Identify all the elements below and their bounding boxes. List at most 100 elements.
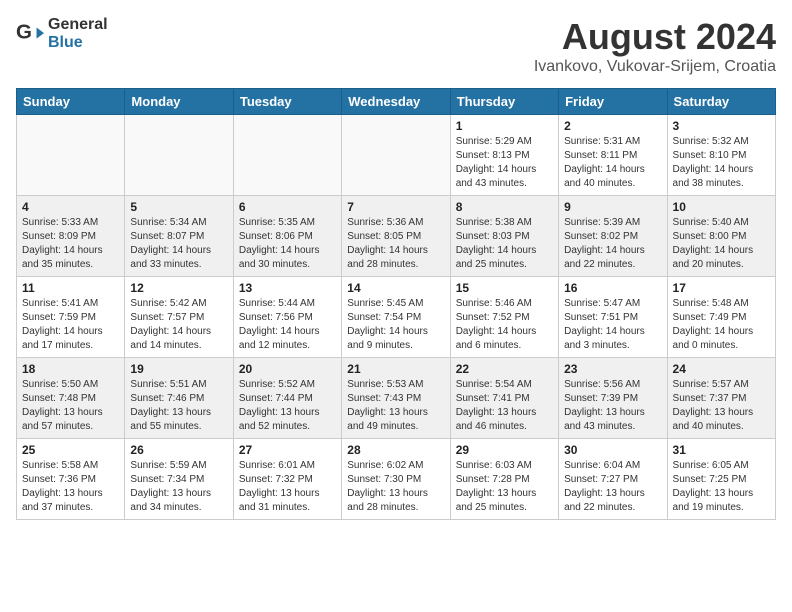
day-number: 26	[130, 443, 227, 457]
calendar-week-3: 11Sunrise: 5:41 AMSunset: 7:59 PMDayligh…	[17, 277, 776, 358]
calendar-week-4: 18Sunrise: 5:50 AMSunset: 7:48 PMDayligh…	[17, 358, 776, 439]
calendar-cell: 19 Sunrise: 5:51 AMSunset: 7:46 PMDayligh…	[125, 358, 233, 439]
day-info: Sunrise: 5:35 AMSunset: 8:06 PMDaylight:…	[239, 216, 336, 272]
day-info: Sunrise: 5:40 AMSunset: 8:00 PMDaylight:…	[673, 216, 770, 272]
day-number: 15	[456, 281, 553, 295]
calendar-cell: 27 Sunrise: 6:01 AMSunset: 7:32 PMDayligh…	[233, 439, 341, 520]
calendar-week-1: 1 Sunrise: 5:29 AMSunset: 8:13 PMDaylight…	[17, 115, 776, 196]
day-info: Sunrise: 5:36 AMSunset: 8:05 PMDaylight:…	[347, 216, 444, 272]
calendar-cell: 28 Sunrise: 6:02 AMSunset: 7:30 PMDayligh…	[342, 439, 450, 520]
day-info: Sunrise: 5:52 AMSunset: 7:44 PMDaylight:…	[239, 378, 336, 434]
day-number: 22	[456, 362, 553, 376]
day-number: 3	[673, 119, 770, 133]
day-number: 1	[456, 119, 553, 133]
day-number: 21	[347, 362, 444, 376]
day-number: 20	[239, 362, 336, 376]
day-number: 8	[456, 200, 553, 214]
header-friday: Friday	[559, 89, 667, 115]
title-block: August 2024 Ivankovo, Vukovar-Srijem, Cr…	[534, 16, 776, 76]
day-info: Sunrise: 5:44 AMSunset: 7:56 PMDaylight:…	[239, 297, 336, 353]
day-number: 12	[130, 281, 227, 295]
calendar-cell: 7 Sunrise: 5:36 AMSunset: 8:05 PMDaylight…	[342, 196, 450, 277]
calendar-cell: 29Sunrise: 6:03 AMSunset: 7:28 PMDayligh…	[450, 439, 558, 520]
calendar-cell: 10 Sunrise: 5:40 AMSunset: 8:00 PMDayligh…	[667, 196, 775, 277]
day-number: 9	[564, 200, 661, 214]
calendar-cell: 17 Sunrise: 5:48 AMSunset: 7:49 PMDayligh…	[667, 277, 775, 358]
calendar-cell: 11Sunrise: 5:41 AMSunset: 7:59 PMDayligh…	[17, 277, 125, 358]
day-info: Sunrise: 5:58 AMSunset: 7:36 PMDaylight:…	[22, 459, 119, 515]
day-info: Sunrise: 5:38 AMSunset: 8:03 PMDaylight:…	[456, 216, 553, 272]
day-info: Sunrise: 6:05 AMSunset: 7:25 PMDaylight:…	[673, 459, 770, 515]
calendar-cell: 22 Sunrise: 5:54 AMSunset: 7:41 PMDayligh…	[450, 358, 558, 439]
day-number: 11	[22, 281, 119, 295]
day-info: Sunrise: 6:02 AMSunset: 7:30 PMDaylight:…	[347, 459, 444, 515]
day-info: Sunrise: 5:45 AMSunset: 7:54 PMDaylight:…	[347, 297, 444, 353]
calendar-table: Sunday Monday Tuesday Wednesday Thursday…	[16, 88, 776, 520]
calendar-cell	[125, 115, 233, 196]
day-number: 14	[347, 281, 444, 295]
calendar-cell: 8 Sunrise: 5:38 AMSunset: 8:03 PMDaylight…	[450, 196, 558, 277]
logo-blue: Blue	[48, 34, 83, 51]
calendar-cell: 31 Sunrise: 6:05 AMSunset: 7:25 PMDayligh…	[667, 439, 775, 520]
calendar-cell	[17, 115, 125, 196]
header-sunday: Sunday	[17, 89, 125, 115]
calendar-cell: 26 Sunrise: 5:59 AMSunset: 7:34 PMDayligh…	[125, 439, 233, 520]
logo-general: General	[48, 16, 108, 33]
day-info: Sunrise: 5:47 AMSunset: 7:51 PMDaylight:…	[564, 297, 661, 353]
calendar-cell: 12 Sunrise: 5:42 AMSunset: 7:57 PMDayligh…	[125, 277, 233, 358]
calendar-header-row: Sunday Monday Tuesday Wednesday Thursday…	[17, 89, 776, 115]
day-number: 17	[673, 281, 770, 295]
day-number: 24	[673, 362, 770, 376]
calendar-cell: 9 Sunrise: 5:39 AMSunset: 8:02 PMDaylight…	[559, 196, 667, 277]
day-info: Sunrise: 5:59 AMSunset: 7:34 PMDaylight:…	[130, 459, 227, 515]
page-header: G General Blue August 2024 Ivankovo, Vuk…	[16, 16, 776, 76]
calendar-cell: 6Sunrise: 5:35 AMSunset: 8:06 PMDaylight…	[233, 196, 341, 277]
day-number: 28	[347, 443, 444, 457]
day-info: Sunrise: 5:48 AMSunset: 7:49 PMDaylight:…	[673, 297, 770, 353]
day-number: 10	[673, 200, 770, 214]
day-info: Sunrise: 5:31 AMSunset: 8:11 PMDaylight:…	[564, 135, 661, 191]
day-info: Sunrise: 6:04 AMSunset: 7:27 PMDaylight:…	[564, 459, 661, 515]
calendar-cell: 1 Sunrise: 5:29 AMSunset: 8:13 PMDaylight…	[450, 115, 558, 196]
day-number: 23	[564, 362, 661, 376]
month-year-title: August 2024	[534, 16, 776, 58]
day-number: 16	[564, 281, 661, 295]
calendar-cell: 25 Sunrise: 5:58 AMSunset: 7:36 PMDayligh…	[17, 439, 125, 520]
calendar-cell	[342, 115, 450, 196]
header-tuesday: Tuesday	[233, 89, 341, 115]
day-number: 27	[239, 443, 336, 457]
day-info: Sunrise: 5:57 AMSunset: 7:37 PMDaylight:…	[673, 378, 770, 434]
calendar-cell: 3Sunrise: 5:32 AMSunset: 8:10 PMDaylight…	[667, 115, 775, 196]
day-number: 31	[673, 443, 770, 457]
calendar-cell: 14 Sunrise: 5:45 AMSunset: 7:54 PMDayligh…	[342, 277, 450, 358]
day-info: Sunrise: 5:42 AMSunset: 7:57 PMDaylight:…	[130, 297, 227, 353]
calendar-cell: 20 Sunrise: 5:52 AMSunset: 7:44 PMDayligh…	[233, 358, 341, 439]
day-info: Sunrise: 5:54 AMSunset: 7:41 PMDaylight:…	[456, 378, 553, 434]
day-number: 2	[564, 119, 661, 133]
day-info: Sunrise: 6:01 AMSunset: 7:32 PMDaylight:…	[239, 459, 336, 515]
calendar-week-2: 4Sunrise: 5:33 AMSunset: 8:09 PMDaylight…	[17, 196, 776, 277]
calendar-cell: 30Sunrise: 6:04 AMSunset: 7:27 PMDayligh…	[559, 439, 667, 520]
calendar-cell: 5Sunrise: 5:34 AMSunset: 8:07 PMDaylight…	[125, 196, 233, 277]
day-number: 7	[347, 200, 444, 214]
day-number: 13	[239, 281, 336, 295]
day-info: Sunrise: 5:51 AMSunset: 7:46 PMDaylight:…	[130, 378, 227, 434]
calendar-cell: 21 Sunrise: 5:53 AMSunset: 7:43 PMDayligh…	[342, 358, 450, 439]
day-number: 19	[130, 362, 227, 376]
day-number: 25	[22, 443, 119, 457]
calendar-cell: 2 Sunrise: 5:31 AMSunset: 8:11 PMDaylight…	[559, 115, 667, 196]
day-info: Sunrise: 5:34 AMSunset: 8:07 PMDaylight:…	[130, 216, 227, 272]
logo-icon: G	[16, 20, 44, 48]
calendar-cell: 18Sunrise: 5:50 AMSunset: 7:48 PMDayligh…	[17, 358, 125, 439]
day-info: Sunrise: 5:50 AMSunset: 7:48 PMDaylight:…	[22, 378, 119, 434]
day-info: Sunrise: 5:29 AMSunset: 8:13 PMDaylight:…	[456, 135, 553, 191]
day-info: Sunrise: 5:53 AMSunset: 7:43 PMDaylight:…	[347, 378, 444, 434]
calendar-cell: 4Sunrise: 5:33 AMSunset: 8:09 PMDaylight…	[17, 196, 125, 277]
location-subtitle: Ivankovo, Vukovar-Srijem, Croatia	[534, 58, 776, 76]
header-monday: Monday	[125, 89, 233, 115]
day-info: Sunrise: 5:33 AMSunset: 8:09 PMDaylight:…	[22, 216, 119, 272]
header-wednesday: Wednesday	[342, 89, 450, 115]
day-info: Sunrise: 5:39 AMSunset: 8:02 PMDaylight:…	[564, 216, 661, 272]
svg-text:G: G	[16, 21, 32, 44]
day-info: Sunrise: 5:56 AMSunset: 7:39 PMDaylight:…	[564, 378, 661, 434]
